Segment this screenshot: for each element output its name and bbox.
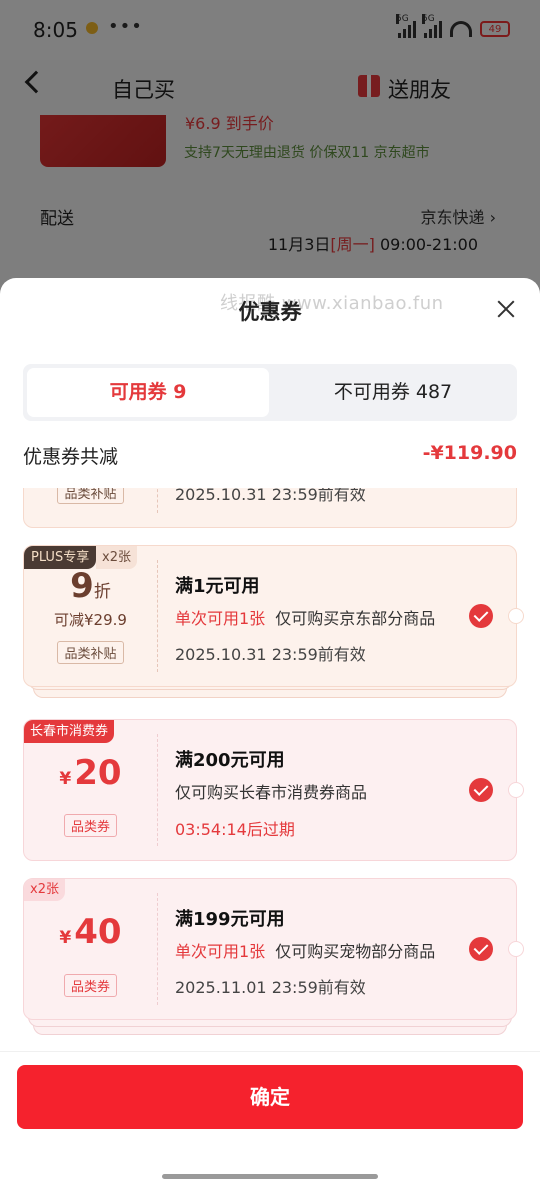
dim-overlay[interactable] (0, 0, 540, 300)
coupon-reduce: 可减¥29.9 (54, 611, 127, 629)
coupon-validity: 2025.10.31 23:59前有效 (175, 488, 366, 504)
coupon-card[interactable]: 品类补贴 2025.10.31 23:59前有效 (23, 488, 517, 528)
coupon-sheet: 线报酷 www.xianbao.fun 优惠券 可用券 9 不可用券 487 优… (0, 278, 540, 1200)
coupon-amount: 9折 (70, 566, 111, 606)
city-voucher-badge: 长春市消费券 (24, 720, 115, 743)
coupon-title: 满199元可用 (175, 909, 285, 930)
coupon-card[interactable]: PLUS专享 x2张 9折 可减¥29.9 品类补贴 满1元可用 单次可用1张仅… (23, 545, 524, 687)
coupon-card[interactable]: 长春市消费券 ¥20 品类券 满200元可用 仅可购买长春市消费券商品 03:5… (23, 719, 524, 861)
discount-total-label: 优惠券共减 (23, 446, 119, 468)
coupon-rule: 仅可购买长春市消费券商品 (175, 783, 368, 802)
coupon-tag: 品类券 (24, 814, 157, 837)
close-icon[interactable] (496, 299, 516, 319)
background-page: 8:05 ••• 5G 5G 49 自己买 送朋友 ¥6.9 到手价 支持7天无… (0, 0, 540, 300)
coupon-amount: ¥40 (59, 912, 122, 952)
coupon-title: 满1元可用 (175, 576, 260, 597)
ticket-notch (508, 941, 524, 957)
coupon-tabs: 可用券 9 不可用券 487 (23, 364, 517, 421)
check-icon[interactable] (469, 937, 493, 961)
ticket-notch (508, 608, 524, 624)
discount-total-value: -¥119.90 (422, 442, 517, 464)
tab-unusable-coupons[interactable]: 不可用券 487 (273, 368, 513, 417)
coupon-tag: 品类补贴 (24, 488, 157, 504)
check-icon[interactable] (469, 778, 493, 802)
coupon-tag: 品类补贴 (24, 641, 157, 664)
sheet-title: 优惠券 (238, 300, 302, 324)
coupon-amount: ¥20 (59, 753, 122, 793)
coupon-count-badge: x2张 (24, 879, 65, 901)
coupon-card[interactable]: x2张 ¥40 品类券 满199元可用 单次可用1张 仅可购买宠物部分商品 202… (23, 878, 524, 1020)
sheet-footer: 确定 (0, 1051, 540, 1200)
coupon-rule: 单次可用1张 仅可购买京东部分商品 (175, 609, 436, 628)
coupon-list[interactable]: 品类补贴 2025.10.31 23:59前有效 PLUS专享 x2张 9折 可… (0, 488, 540, 1051)
coupon-countdown: 03:54:14后过期 (175, 820, 295, 839)
home-indicator[interactable] (162, 1174, 378, 1179)
confirm-button[interactable]: 确定 (17, 1065, 523, 1129)
coupon-validity: 2025.11.01 23:59前有效 (175, 978, 366, 997)
coupon-title: 满200元可用 (175, 750, 285, 771)
coupon-tag: 品类券 (24, 974, 157, 997)
ticket-notch (508, 782, 524, 798)
coupon-validity: 2025.10.31 23:59前有效 (175, 645, 366, 664)
check-icon[interactable] (469, 604, 493, 628)
coupon-rule: 单次可用1张 仅可购买宠物部分商品 (175, 942, 436, 961)
tab-usable-coupons[interactable]: 可用券 9 (27, 368, 269, 417)
